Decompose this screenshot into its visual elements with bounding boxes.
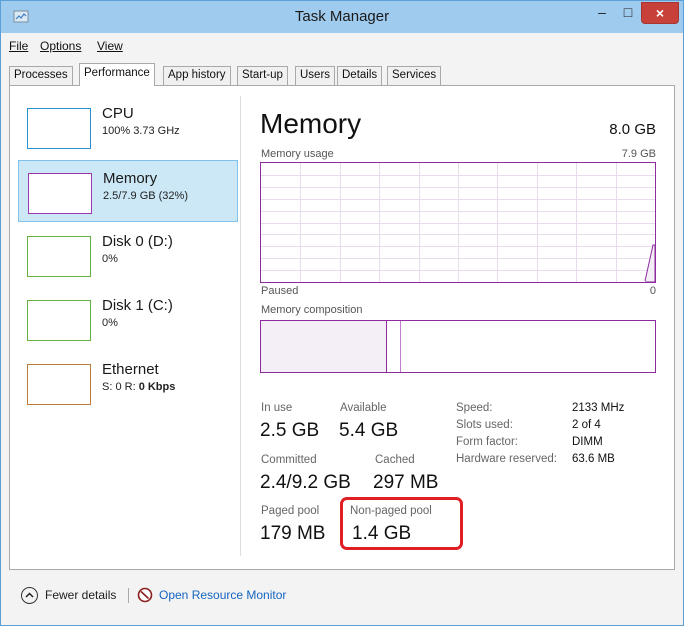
tab-app-history[interactable]: App history bbox=[163, 66, 231, 85]
menu-view-label: View bbox=[97, 39, 123, 53]
tab-processes[interactable]: Processes bbox=[9, 66, 73, 85]
ethernet-thumbnail-graph bbox=[27, 364, 91, 405]
committed-label: Committed bbox=[261, 454, 317, 466]
tab-startup[interactable]: Start-up bbox=[237, 66, 288, 85]
memory-thumbnail-graph bbox=[28, 173, 92, 214]
disk0-thumbnail-graph bbox=[27, 236, 91, 277]
sidebar-divider bbox=[240, 96, 241, 556]
sidebar-item-disk1[interactable]: Disk 1 (C:) 0% bbox=[18, 288, 238, 350]
slots-used-label: Slots used: bbox=[456, 419, 513, 431]
composition-modified-segment[interactable] bbox=[387, 321, 401, 372]
paged-pool-label: Paged pool bbox=[261, 505, 320, 517]
resource-monitor-icon bbox=[137, 587, 153, 603]
sidebar-item-memory[interactable]: Memory 2.5/7.9 GB (32%) bbox=[18, 160, 238, 222]
window-title: Task Manager bbox=[294, 8, 390, 25]
fewer-details-link[interactable]: Fewer details bbox=[45, 588, 116, 602]
chevron-up-icon bbox=[25, 592, 34, 598]
footer-bar: Fewer details Open Resource Monitor bbox=[1, 573, 683, 613]
performance-panel: CPU 100% 3.73 GHz Memory 2.5/7.9 GB (32%… bbox=[9, 85, 675, 570]
non-paged-pool-highlight bbox=[340, 497, 463, 550]
minimize-button[interactable]: – bbox=[589, 2, 615, 24]
memory-usage-line bbox=[644, 244, 655, 282]
sidebar-memory-name: Memory bbox=[103, 170, 158, 187]
graph-paused-label: Paused bbox=[261, 285, 299, 297]
sidebar-memory-sub: 2.5/7.9 GB (32%) bbox=[103, 190, 188, 202]
memory-composition-bar bbox=[260, 320, 656, 373]
form-factor-label: Form factor: bbox=[456, 436, 518, 448]
speed-value: 2133 MHz bbox=[572, 402, 625, 414]
in-use-label: In use bbox=[261, 402, 293, 414]
maximize-button[interactable]: □ bbox=[615, 2, 641, 24]
memory-usage-label: Memory usage bbox=[261, 148, 334, 160]
memory-total: 8.0 GB bbox=[609, 121, 656, 138]
menu-options-label: Options bbox=[40, 39, 82, 53]
sidebar-item-cpu[interactable]: CPU 100% 3.73 GHz bbox=[18, 96, 238, 158]
menu-file[interactable]: File bbox=[9, 39, 28, 53]
menu-options[interactable]: Options bbox=[40, 39, 81, 53]
tab-details[interactable]: Details bbox=[337, 66, 383, 85]
footer-separator bbox=[128, 588, 129, 603]
cached-label: Cached bbox=[375, 454, 415, 466]
ethernet-sub-prefix: S: 0 R: bbox=[102, 381, 139, 393]
title-bar[interactable]: Task Manager – □ × bbox=[1, 1, 683, 33]
sidebar-item-disk0[interactable]: Disk 0 (D:) 0% bbox=[18, 224, 238, 286]
in-use-value: 2.5 GB bbox=[260, 420, 320, 441]
sidebar-cpu-sub: 100% 3.73 GHz bbox=[102, 125, 180, 137]
available-label: Available bbox=[340, 402, 387, 414]
sidebar-cpu-name: CPU bbox=[102, 105, 134, 122]
cpu-thumbnail-graph bbox=[27, 108, 91, 149]
sidebar-disk1-sub: 0% bbox=[102, 317, 118, 329]
hardware-reserved-value: 63.6 MB bbox=[572, 453, 615, 465]
sidebar-disk0-sub: 0% bbox=[102, 253, 118, 265]
page-title: Memory bbox=[260, 108, 362, 139]
memory-usage-graph bbox=[260, 162, 656, 283]
menu-view[interactable]: View bbox=[97, 39, 123, 53]
menu-file-label: File bbox=[9, 39, 29, 53]
speed-label: Speed: bbox=[456, 402, 493, 414]
memory-composition-label: Memory composition bbox=[261, 304, 363, 316]
menu-bar: File Options View bbox=[1, 37, 683, 57]
committed-value: 2.4/9.2 GB bbox=[260, 472, 351, 493]
sidebar-ethernet-sub: S: 0 R: 0 Kbps bbox=[102, 381, 175, 393]
slots-used-value: 2 of 4 bbox=[572, 419, 601, 431]
open-resource-monitor-link[interactable]: Open Resource Monitor bbox=[159, 588, 286, 602]
cached-value: 297 MB bbox=[373, 472, 439, 493]
form-factor-value: DIMM bbox=[572, 436, 603, 448]
hardware-reserved-label: Hardware reserved: bbox=[456, 453, 557, 465]
ethernet-sub-bold: 0 Kbps bbox=[138, 381, 176, 393]
close-button[interactable]: × bbox=[641, 2, 679, 24]
available-value: 5.4 GB bbox=[339, 420, 399, 441]
composition-in-use-segment[interactable] bbox=[261, 321, 387, 372]
memory-usage-max: 7.9 GB bbox=[621, 148, 656, 160]
sidebar-ethernet-name: Ethernet bbox=[102, 361, 159, 378]
memory-usage-graph-svg bbox=[261, 163, 655, 282]
disk1-thumbnail-graph bbox=[27, 300, 91, 341]
sidebar-disk0-name: Disk 0 (D:) bbox=[102, 233, 173, 250]
tab-users[interactable]: Users bbox=[295, 66, 336, 85]
fewer-details-toggle[interactable] bbox=[21, 587, 38, 604]
sidebar-item-ethernet[interactable]: Ethernet S: 0 R: 0 Kbps bbox=[18, 352, 238, 414]
tab-performance[interactable]: Performance bbox=[79, 63, 155, 86]
paged-pool-value: 179 MB bbox=[260, 523, 326, 544]
sidebar-disk1-name: Disk 1 (C:) bbox=[102, 297, 173, 314]
task-manager-window: Task Manager – □ × File Options View Pro… bbox=[0, 0, 684, 626]
graph-zero-label: 0 bbox=[649, 285, 656, 297]
tab-services[interactable]: Services bbox=[387, 66, 442, 85]
